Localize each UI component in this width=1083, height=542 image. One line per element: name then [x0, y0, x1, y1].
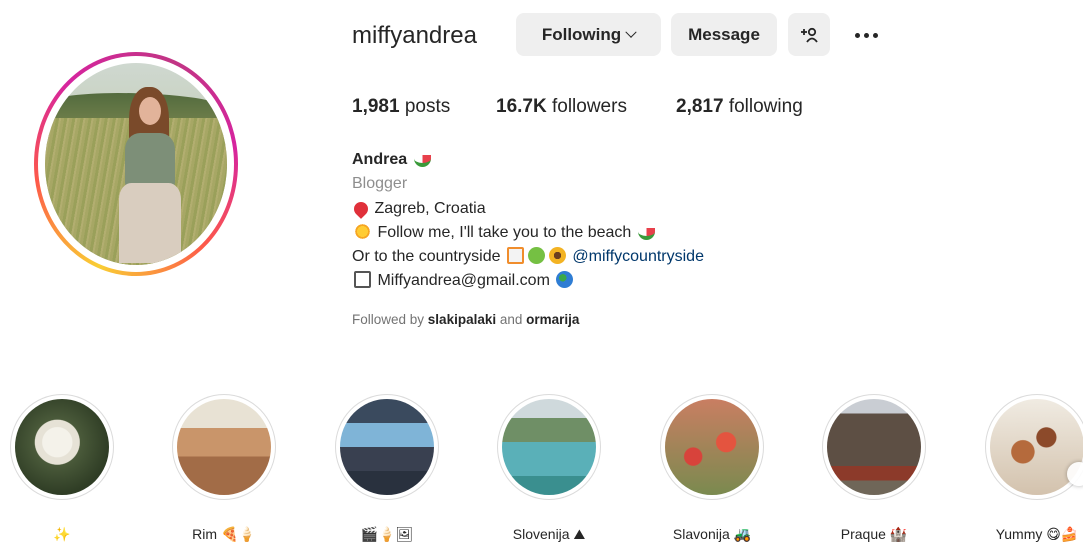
- avatar[interactable]: [45, 63, 227, 265]
- following-button-label: Following: [541, 24, 622, 44]
- pushpin-icon: [351, 198, 371, 219]
- message-button[interactable]: Message: [671, 13, 777, 56]
- bio-countryside-line: Or to the countryside @miffycountryside: [352, 245, 704, 269]
- bio-beach-text: Follow me, I'll take you to the beach: [377, 223, 632, 241]
- highlight-cover: [177, 399, 271, 495]
- globe-icon: [556, 271, 574, 289]
- following-count-label: following: [723, 96, 803, 117]
- highlight-cover-ring[interactable]: [985, 394, 1083, 500]
- bio-email-line: Miffyandrea@gmail.com: [352, 269, 704, 293]
- posts-count: 1,981 posts: [352, 96, 450, 118]
- highlight-cover-ring[interactable]: [335, 394, 439, 500]
- message-button-label: Message: [688, 24, 760, 44]
- following-count-value: 2,817: [676, 96, 724, 117]
- sunflower-icon: [548, 247, 566, 265]
- add-user-button[interactable]: [788, 13, 830, 56]
- following-button[interactable]: Following: [516, 13, 661, 56]
- bio-location-line: Zagreb, Croatia: [351, 197, 704, 221]
- followed-by: Followed by slakipalaki and ormarija: [352, 312, 579, 327]
- highlight-cover: [827, 399, 921, 495]
- following-link[interactable]: 2,817 following: [676, 96, 803, 118]
- mailbox-icon: [354, 271, 371, 289]
- followed-by-user-1[interactable]: slakipalaki: [428, 312, 496, 327]
- bio-category: Blogger: [352, 175, 408, 193]
- watermelon-icon: [637, 227, 655, 240]
- bio-location: Zagreb, Croatia: [374, 199, 486, 217]
- sun-icon: [354, 222, 371, 240]
- green-apple-icon: [527, 247, 545, 265]
- story-highlight[interactable]: 🎬🍦🖼: [335, 394, 439, 542]
- profile-avatar-ring[interactable]: [34, 52, 238, 276]
- highlight-cover-ring[interactable]: [822, 394, 926, 500]
- more-dot-icon: [872, 32, 878, 38]
- highlight-label: 🎬🍦🖼: [360, 526, 414, 542]
- followed-by-prefix: Followed by: [352, 312, 428, 327]
- bio-email: Miffyandrea@gmail.com: [377, 272, 550, 290]
- add-user-icon: [801, 27, 818, 43]
- avatar-person-top: [125, 133, 175, 188]
- highlight-cover: [15, 399, 109, 495]
- highlight-label: Yummy 😋🍰: [995, 526, 1079, 542]
- highlight-label: Rim 🍕🍦: [192, 526, 256, 542]
- highlight-cover: [340, 399, 434, 495]
- highlight-cover-ring[interactable]: [660, 394, 764, 500]
- story-highlight[interactable]: Rim 🍕🍦: [172, 394, 276, 542]
- story-highlight[interactable]: Slovenija ⛰: [497, 394, 601, 542]
- chevron-down-icon: [625, 26, 637, 38]
- profile-username: miffyandrea: [352, 22, 477, 49]
- house-icon: [506, 247, 524, 265]
- countryside-account-link[interactable]: @miffycountryside: [572, 248, 704, 265]
- bio-beach-line: Follow me, I'll take you to the beach: [352, 221, 704, 245]
- followers-count-label: followers: [546, 96, 627, 117]
- highlight-cover-ring[interactable]: [497, 394, 601, 500]
- bio-countryside-text: Or to the countryside: [352, 248, 501, 266]
- followers-link[interactable]: 16.7K followers: [496, 96, 627, 118]
- highlight-cover-ring[interactable]: [10, 394, 114, 500]
- highlight-label: ✨: [53, 526, 71, 542]
- avatar-person-face: [139, 97, 161, 125]
- more-dot-icon: [854, 32, 860, 38]
- highlight-label: Praque 🏰: [840, 526, 908, 542]
- followers-count-value: 16.7K: [496, 96, 547, 117]
- followed-by-user-2[interactable]: ormarija: [526, 312, 579, 327]
- bio-name-line: Andrea: [352, 148, 704, 172]
- bio-display-name: Andrea: [352, 151, 408, 168]
- highlight-label: Slavonija 🚜: [672, 526, 752, 542]
- posts-count-label: posts: [399, 96, 451, 117]
- more-dot-icon: [863, 32, 869, 38]
- more-options-button[interactable]: [846, 22, 886, 48]
- highlight-cover: [665, 399, 759, 495]
- story-highlight[interactable]: ✨: [10, 394, 114, 542]
- highlight-label: Slovenija ⛰: [512, 526, 586, 542]
- avatar-person-skirt: [119, 183, 181, 263]
- highlight-cover-ring[interactable]: [172, 394, 276, 500]
- avatar-frame: [38, 56, 234, 272]
- story-highlight[interactable]: Slavonija 🚜: [660, 394, 764, 542]
- followed-by-conjunction: and: [496, 312, 527, 327]
- watermelon-icon: [413, 155, 431, 167]
- profile-bio: Andrea Blogger Zagreb, Croatia Follow me…: [351, 148, 704, 294]
- highlight-cover: [502, 399, 596, 495]
- story-highlight[interactable]: Praque 🏰: [822, 394, 926, 542]
- posts-count-value: 1,981: [352, 96, 400, 117]
